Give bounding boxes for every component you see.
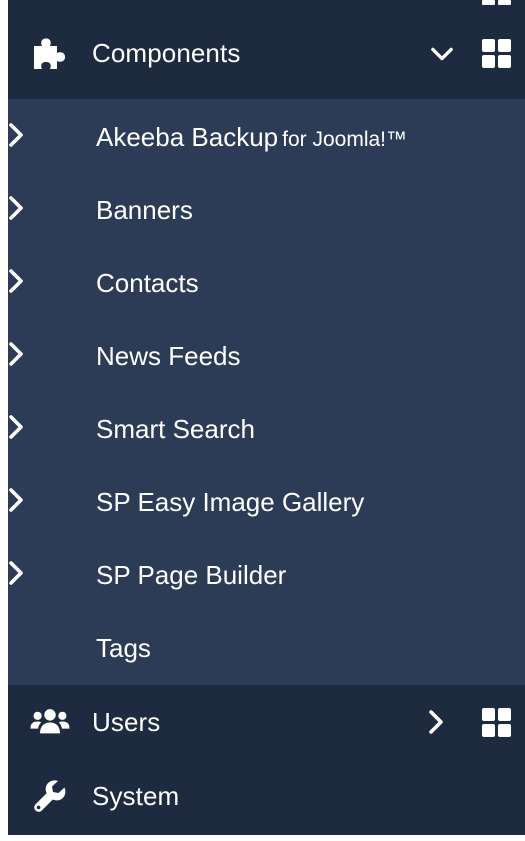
chevron-right-icon[interactable] (8, 342, 24, 371)
sidebar-item-label: Components (92, 38, 241, 68)
sidebar-item-sp-page-builder[interactable]: SP Page Builder (8, 539, 525, 612)
chevron-right-icon[interactable] (425, 710, 447, 734)
sidebar-menu: Components Akeeba Backup for Joomla!™ Ban… (8, 0, 525, 835)
chevron-right-icon[interactable] (8, 561, 24, 590)
dashboard-grid-icon[interactable] (482, 0, 511, 6)
sidebar-item-label: Banners (96, 195, 193, 225)
chevron-right-icon[interactable] (8, 269, 24, 298)
dashboard-grid-icon[interactable] (482, 707, 511, 737)
sidebar-item-label: System (92, 780, 180, 811)
sidebar-item-label: Akeeba Backup (96, 122, 279, 152)
sidebar-item-label: Smart Search (96, 414, 255, 444)
sidebar-item-akeeba-backup[interactable]: Akeeba Backup for Joomla!™ (8, 101, 525, 174)
users-icon (30, 705, 70, 739)
sidebar-item-label: News Feeds (96, 341, 241, 371)
sidebar-item-system[interactable]: System (8, 759, 525, 833)
dashboard-grid-icon[interactable] (482, 39, 511, 68)
puzzle-icon (30, 37, 70, 71)
chevron-right-icon[interactable] (8, 196, 24, 225)
sidebar-item-contacts[interactable]: Contacts (8, 247, 525, 320)
sidebar-item-smart-search[interactable]: Smart Search (8, 393, 525, 466)
sidebar-item-label: SP Easy Image Gallery (96, 487, 365, 517)
components-submenu: Akeeba Backup for Joomla!™ Banners Contac… (8, 99, 525, 685)
chevron-down-icon[interactable] (431, 43, 453, 65)
chevron-right-icon[interactable] (8, 415, 24, 444)
sidebar-item-label: Users (92, 706, 161, 737)
sidebar-item-banners[interactable]: Banners (8, 174, 525, 247)
sidebar-item-label: SP Page Builder (96, 560, 287, 590)
sidebar-item-components[interactable]: Components (8, 8, 525, 99)
sidebar-item-label-suffix: for Joomla!™ (282, 128, 408, 151)
wrench-icon (30, 779, 70, 813)
sidebar-item-sp-easy-image-gallery[interactable]: SP Easy Image Gallery (8, 466, 525, 539)
sidebar-item-label: Tags (96, 633, 151, 663)
previous-item-edge (8, 0, 525, 8)
sidebar-item-users[interactable]: Users (8, 685, 525, 759)
sidebar-item-news-feeds[interactable]: News Feeds (8, 320, 525, 393)
chevron-right-icon[interactable] (8, 123, 24, 152)
sidebar-item-label: Contacts (96, 268, 199, 298)
sidebar-item-tags[interactable]: Tags (8, 612, 525, 685)
chevron-right-icon[interactable] (8, 488, 24, 517)
